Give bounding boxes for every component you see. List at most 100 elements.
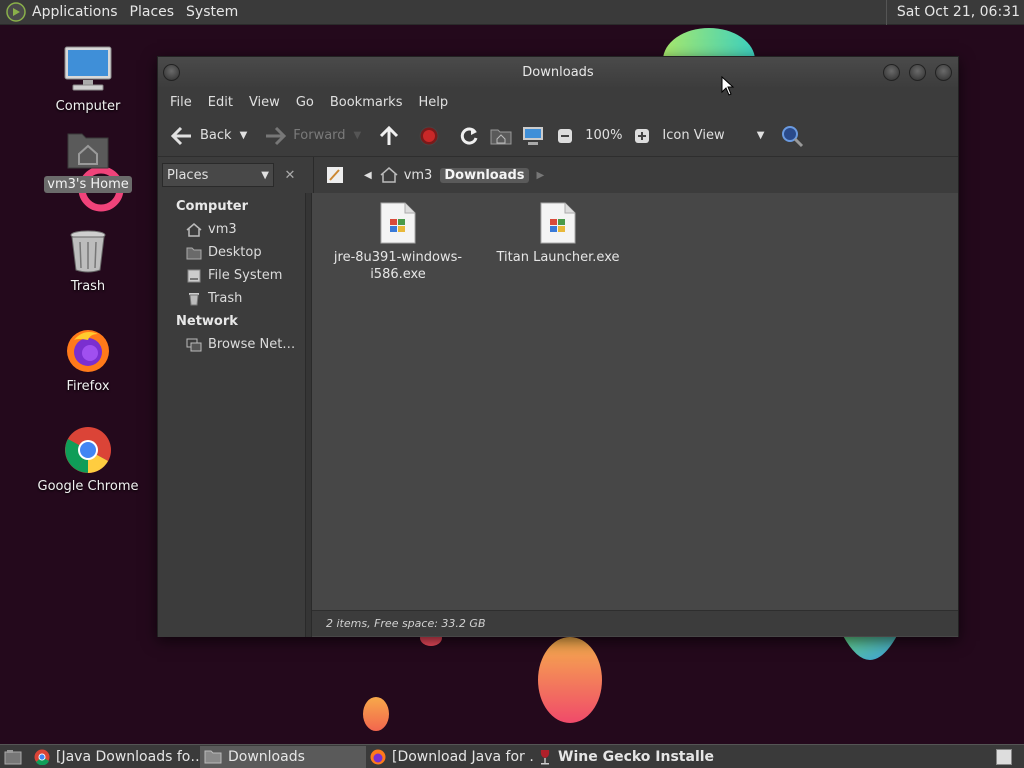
trash-icon <box>189 292 199 305</box>
crumb-downloads-label: Downloads <box>440 167 529 183</box>
menu-bookmarks[interactable]: Bookmarks <box>322 95 411 110</box>
window-title: Downloads <box>522 65 594 80</box>
home-folder-icon <box>489 124 513 148</box>
icon-view[interactable]: jre-8u391-windows- i586.exe Titan Launch… <box>312 193 958 637</box>
mouse-pointer-icon <box>721 76 735 96</box>
task-label: [Download Java for … <box>392 748 534 765</box>
sidebar-close-icon[interactable]: ✕ <box>280 165 300 185</box>
computer-button[interactable] <box>517 120 549 152</box>
window-menu-button[interactable] <box>163 64 180 81</box>
toolbar: Back ▼ Forward ▼ 100% Icon View ▼ <box>158 115 958 157</box>
menu-view[interactable]: View <box>241 95 288 110</box>
desktop-icon-computer[interactable]: Computer <box>33 44 143 115</box>
task-downloads[interactable]: Downloads <box>200 745 366 768</box>
sidebar-item-desktop[interactable]: Desktop <box>158 241 305 264</box>
task-chrome-java-downloads[interactable]: [Java Downloads fo… <box>30 746 200 768</box>
desktop-label-trash: Trash <box>70 279 106 294</box>
task-label: Wine Gecko Installer <box>558 748 714 765</box>
stop-button[interactable] <box>413 120 445 152</box>
home-button[interactable] <box>485 120 517 152</box>
workspace-1[interactable] <box>996 748 1012 765</box>
task-label: [Java Downloads fo… <box>56 748 200 765</box>
places-menu[interactable]: Places <box>124 0 181 25</box>
forward-button[interactable]: Forward <box>259 120 349 152</box>
top-panel: Applications Places System Sat Oct 21, 0… <box>0 0 1024 25</box>
task-wine-gecko-installer[interactable]: Wine Gecko Installer <box>534 746 714 768</box>
desktop-label-chrome: Google Chrome <box>37 479 139 494</box>
menu-file[interactable]: File <box>162 95 200 110</box>
menubar: File Edit View Go Bookmarks Help <box>158 89 958 115</box>
menu-logo-icon[interactable] <box>6 2 26 22</box>
maximize-button[interactable] <box>909 64 926 81</box>
crumb-vm3[interactable]: vm3 <box>376 163 437 187</box>
computer-icon <box>521 124 545 148</box>
forward-history-dropdown[interactable]: ▼ <box>350 120 366 152</box>
search-icon <box>780 124 804 148</box>
sidebar-item-label: Browse Net… <box>208 337 296 352</box>
status-bar: 2 items, Free space: 33.2 GB <box>312 610 958 636</box>
network-icon <box>186 338 202 351</box>
chevron-right-icon: ▶ <box>536 169 545 181</box>
sidebar-item-file-system[interactable]: File System <box>158 264 305 287</box>
folder-icon <box>204 750 222 763</box>
applications-menu[interactable]: Applications <box>26 0 124 25</box>
up-button[interactable] <box>373 120 405 152</box>
firefox-icon <box>370 749 386 764</box>
chevron-left-icon: ◀ <box>364 169 372 181</box>
drive-icon <box>187 269 201 282</box>
sidebar-item-browse-network[interactable]: Browse Net… <box>158 333 305 356</box>
reload-button[interactable] <box>453 120 485 152</box>
desktop-icon-firefox[interactable]: Firefox <box>33 326 143 395</box>
zoom-out-icon <box>553 124 577 148</box>
desktop-folder-icon <box>186 247 202 259</box>
task-firefox-download-java[interactable]: [Download Java for … <box>366 746 534 768</box>
chevron-down-icon: ▼ <box>756 130 765 141</box>
workspace-switcher[interactable] <box>984 746 1024 768</box>
show-desktop-icon <box>4 749 22 764</box>
system-menu[interactable]: System <box>180 0 244 25</box>
menu-edit[interactable]: Edit <box>200 95 241 110</box>
panel-clock[interactable]: Sat Oct 21, 06:31 <box>885 0 1020 25</box>
desktop-icon-home[interactable]: vm3's Home <box>33 128 143 193</box>
file-name-line1: Titan Launcher.exe <box>496 250 620 265</box>
file-item-titan-launcher[interactable]: Titan Launcher.exe <box>488 201 628 266</box>
search-button[interactable] <box>776 120 808 152</box>
desktop-icon-trash[interactable]: Trash <box>33 228 143 295</box>
firefox-icon <box>67 330 109 372</box>
back-label: Back <box>200 128 232 143</box>
toggle-location-entry-button[interactable] <box>322 163 348 187</box>
zoom-out-button[interactable] <box>549 120 581 152</box>
menu-help[interactable]: Help <box>410 95 456 110</box>
crumb-scroll-right[interactable]: ▶ <box>533 163 549 187</box>
taskbar: [Java Downloads fo… Downloads [Download … <box>0 744 1024 768</box>
desktop-icon-chrome[interactable]: Google Chrome <box>33 426 143 495</box>
exe-file-icon <box>380 202 416 244</box>
desktop-label-firefox: Firefox <box>66 379 110 394</box>
sidebar-item-trash[interactable]: Trash <box>158 287 305 310</box>
up-arrow-icon <box>377 124 401 148</box>
crumb-scroll-left[interactable]: ◀ <box>360 163 376 187</box>
show-desktop-button[interactable] <box>0 746 30 768</box>
location-bar: Places ▼ ✕ ◀ vm3 Downloads ▶ <box>158 157 958 193</box>
back-button[interactable]: Back <box>166 120 236 152</box>
sidebar-item-vm3[interactable]: vm3 <box>158 218 305 241</box>
view-mode-select[interactable]: Icon View ▼ <box>658 120 768 152</box>
menu-go[interactable]: Go <box>288 95 322 110</box>
zoom-in-button[interactable] <box>626 120 658 152</box>
back-history-dropdown[interactable]: ▼ <box>236 120 252 152</box>
crumb-downloads[interactable]: Downloads <box>436 163 532 187</box>
reload-icon <box>457 124 481 148</box>
file-item-jre[interactable]: jre-8u391-windows- i586.exe <box>328 201 468 283</box>
sidebar-section-computer: Computer <box>176 199 249 214</box>
chevron-down-icon: ▼ <box>353 130 362 141</box>
task-label: Downloads <box>228 748 305 765</box>
home-icon <box>380 167 398 183</box>
close-button[interactable] <box>935 64 952 81</box>
file-manager-window: Downloads File Edit View Go Bookmarks He… <box>157 56 959 637</box>
minimize-button[interactable] <box>883 64 900 81</box>
chevron-down-icon: ▼ <box>239 130 248 141</box>
home-icon <box>186 222 202 237</box>
window-titlebar[interactable]: Downloads <box>158 57 958 89</box>
sidebar-mode-select[interactable]: Places ▼ <box>162 163 274 187</box>
content-area: Computer vm3 Desktop File System Trash N… <box>158 193 958 637</box>
